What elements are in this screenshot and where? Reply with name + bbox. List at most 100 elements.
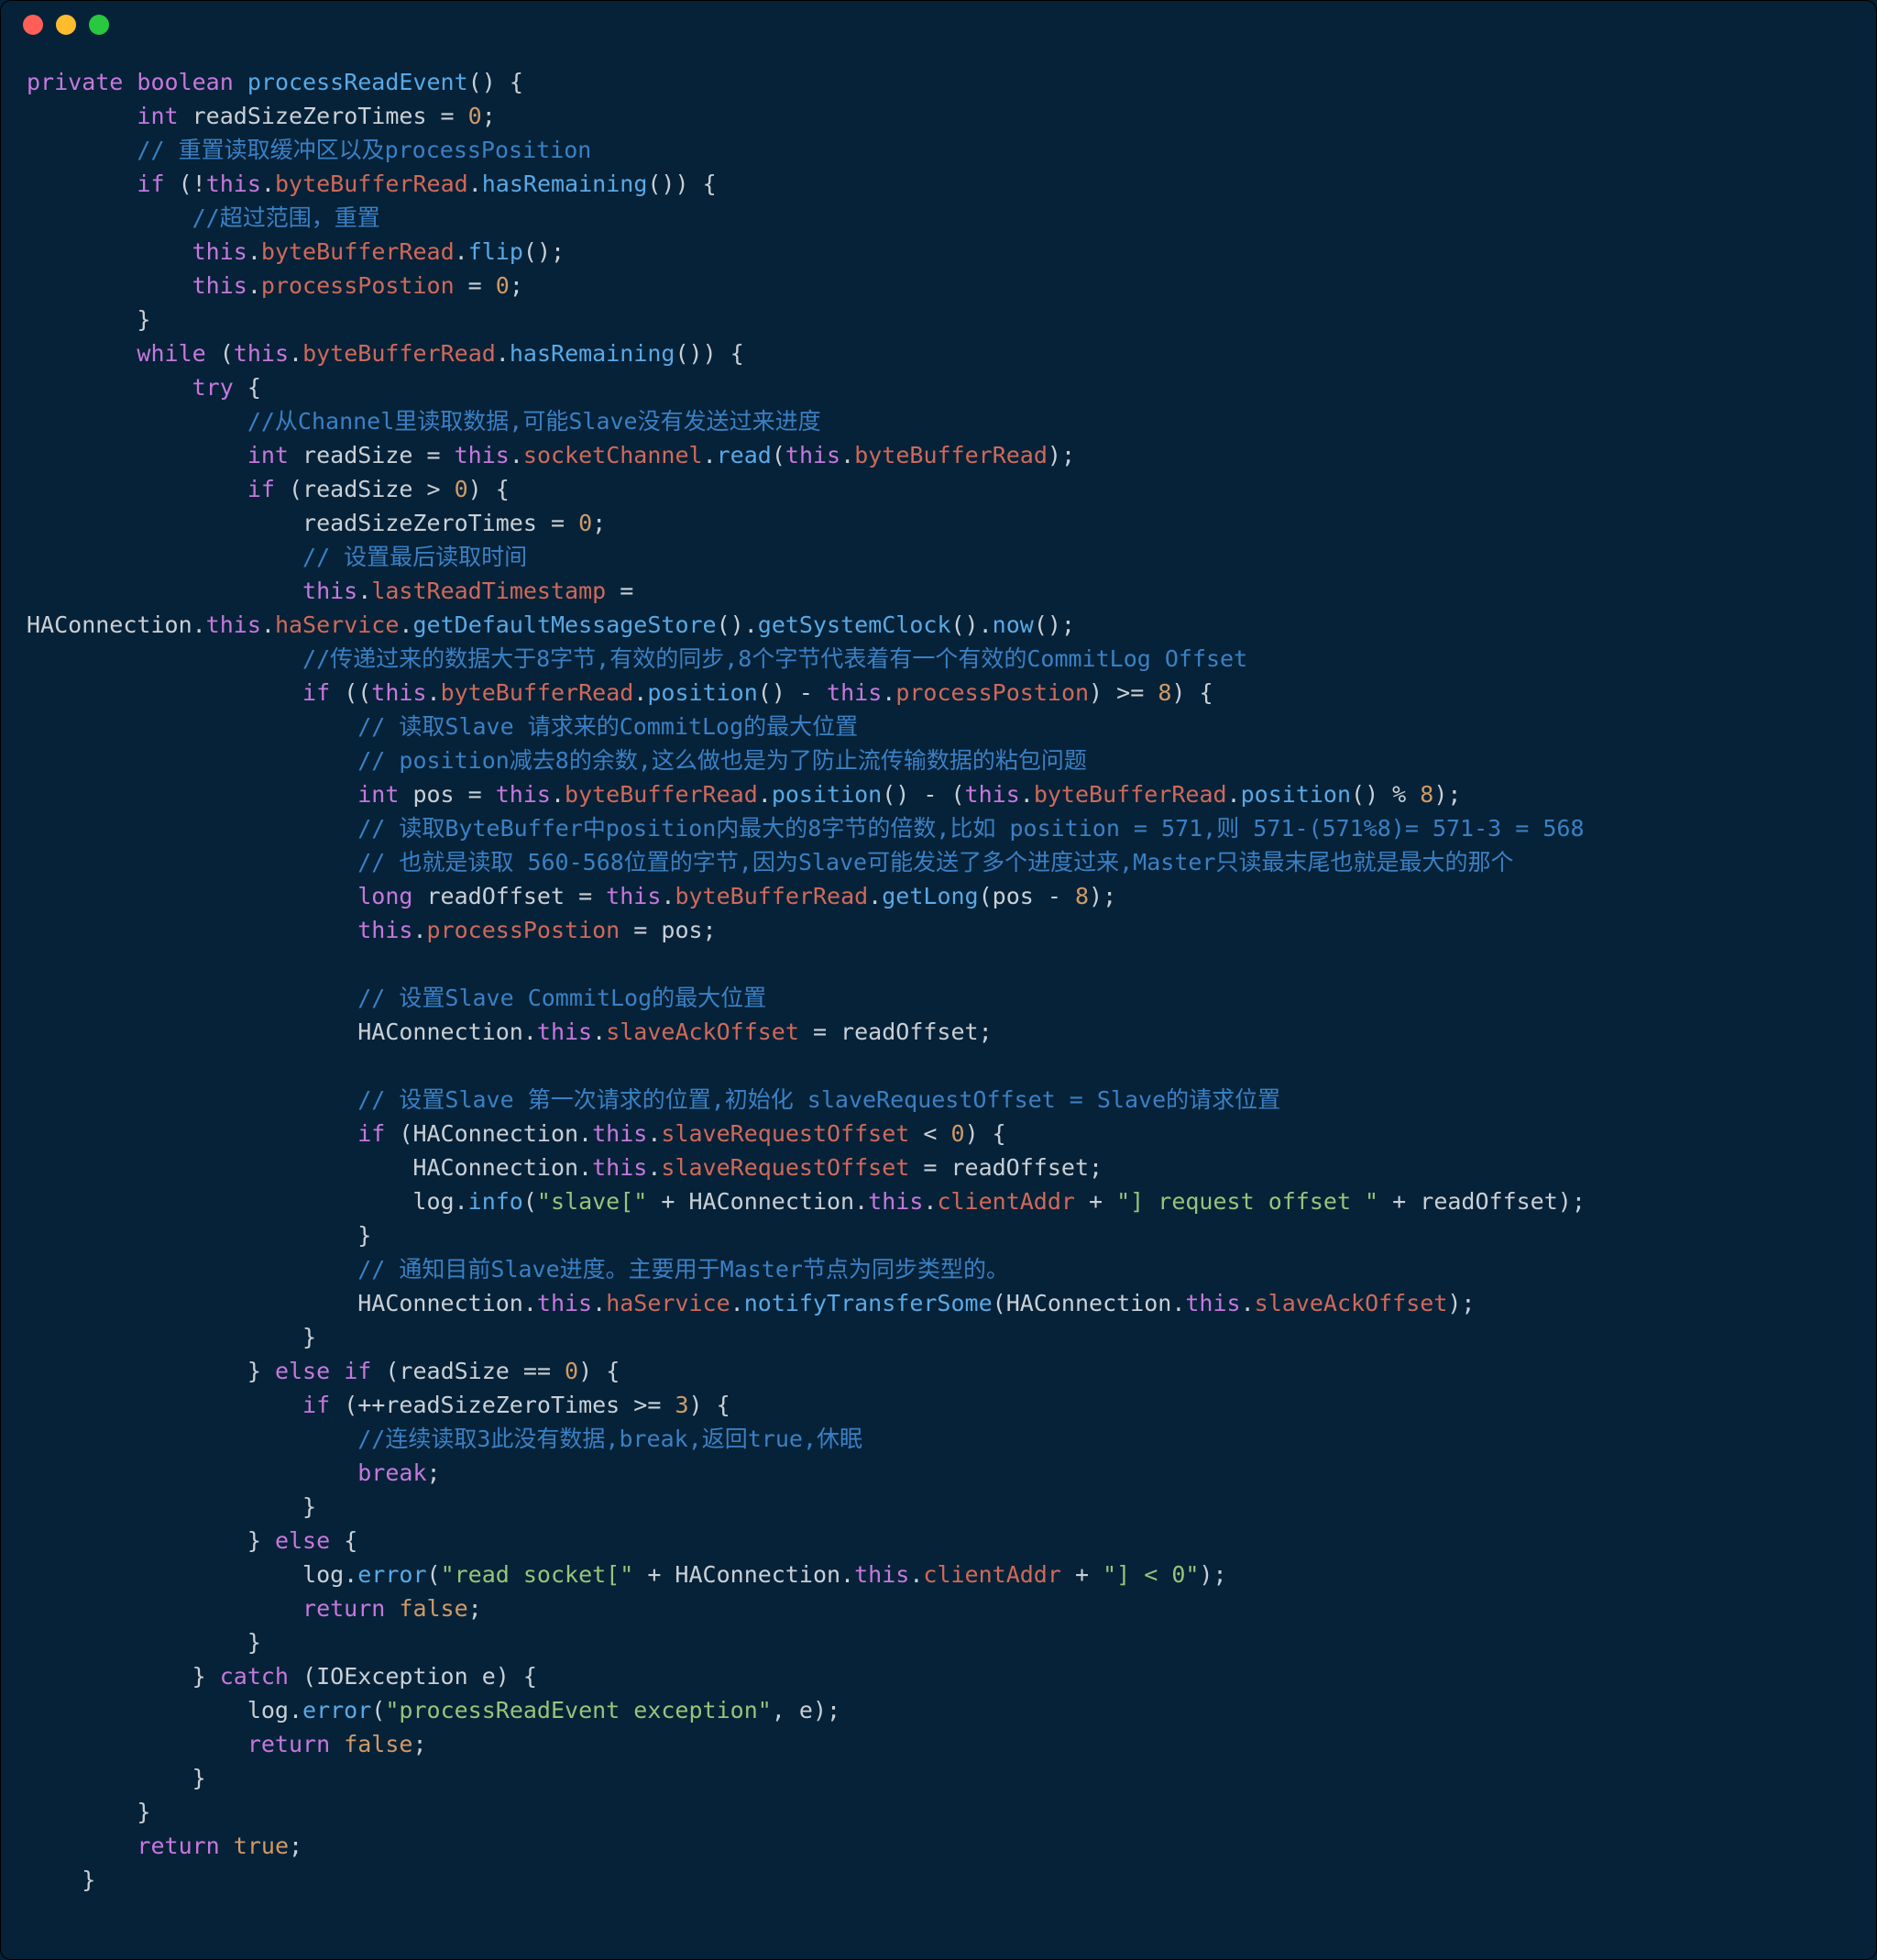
code-token	[27, 815, 357, 842]
code-token: hasRemaining	[510, 340, 675, 367]
code-token: 0	[496, 272, 510, 299]
code-token: ;	[482, 103, 496, 129]
code-token	[27, 204, 192, 231]
code-token: if	[302, 1392, 330, 1418]
code-token	[27, 713, 357, 740]
code-token: .	[923, 1188, 937, 1215]
code-token: +	[1075, 1188, 1116, 1215]
code-token: long	[357, 883, 412, 909]
code-token: .	[647, 1120, 661, 1147]
minimize-icon[interactable]	[56, 15, 76, 35]
code-token: processPostion	[895, 679, 1089, 706]
code-token: =	[606, 578, 633, 604]
code-token: (	[772, 442, 785, 468]
code-token: .	[1020, 781, 1034, 808]
code-token: }	[27, 1527, 275, 1554]
code-token: if	[357, 1120, 385, 1147]
code-token: this	[206, 171, 261, 197]
code-token: return	[137, 1833, 219, 1859]
code-token	[123, 69, 137, 95]
code-token: .	[551, 781, 565, 808]
code-token: flip	[468, 238, 523, 265]
code-token: this	[302, 578, 357, 604]
code-token: // 设置Slave CommitLog的最大位置	[357, 985, 766, 1011]
code-token: int	[357, 781, 399, 808]
code-token: this	[592, 1154, 647, 1181]
code-token	[27, 1595, 302, 1622]
code-token: this	[537, 1290, 592, 1316]
code-token: ) >=	[1089, 679, 1158, 706]
code-token: (pos -	[979, 883, 1075, 909]
code-token: // 设置Slave 第一次请求的位置,初始化 slaveRequestOffs…	[357, 1086, 1280, 1113]
code-token: }	[27, 1799, 150, 1825]
code-token: ) {	[578, 1358, 620, 1384]
code-token: processPostion	[261, 272, 455, 299]
code-token: // 读取ByteBuffer中position内最大的8字节的倍数,比如 po…	[357, 815, 1584, 842]
code-token	[27, 238, 192, 265]
code-token: slaveAckOffset	[606, 1019, 799, 1045]
code-token: return	[302, 1595, 385, 1622]
code-token: }	[27, 1663, 220, 1690]
code-token: byteBufferRead	[261, 238, 455, 265]
code-token: else	[275, 1527, 330, 1554]
code-token: HAConnection.	[27, 611, 206, 638]
code-token: () -	[758, 679, 827, 706]
code-token: if	[247, 476, 275, 502]
code-token: this	[854, 1561, 909, 1588]
code-token	[27, 408, 247, 435]
code-token: ) {	[468, 476, 510, 502]
code-token: log.	[27, 1188, 468, 1215]
code-token: }	[27, 1765, 206, 1791]
code-token	[27, 849, 357, 875]
code-token: ().	[717, 611, 758, 638]
code-token	[27, 917, 357, 943]
code-token: //连续读取3此没有数据,break,返回true,休眠	[357, 1426, 862, 1452]
code-token: break	[357, 1459, 426, 1486]
code-token: ;	[510, 272, 523, 299]
code-token: log.	[27, 1697, 302, 1723]
code-token: haService	[606, 1290, 730, 1316]
code-token: getDefaultMessageStore	[412, 611, 716, 638]
code-token: );	[1433, 781, 1461, 808]
close-icon[interactable]	[23, 15, 43, 35]
code-token: (readSize >	[275, 476, 455, 502]
code-token: byteBufferRead	[302, 340, 496, 367]
code-token: ().	[951, 611, 993, 638]
code-token: HAConnection.	[27, 1154, 592, 1181]
code-token: info	[468, 1188, 523, 1215]
code-token	[27, 137, 137, 163]
code-token: (	[371, 1697, 385, 1723]
code-token: this	[192, 238, 247, 265]
code-token	[234, 69, 247, 95]
code-token	[27, 476, 247, 502]
code-token: //传递过来的数据大于8字节,有效的同步,8个字节代表着有一个有效的Commit…	[302, 645, 1247, 672]
code-token: 0	[578, 510, 592, 536]
code-token: byteBufferRead	[854, 442, 1048, 468]
code-token	[27, 1426, 357, 1452]
code-token: clientAddr	[923, 1561, 1061, 1588]
code-token: (++readSizeZeroTimes >=	[330, 1392, 675, 1418]
code-token: // 通知目前Slave进度。主要用于Master节点为同步类型的。	[357, 1256, 1009, 1283]
code-token: <	[909, 1120, 950, 1147]
code-token	[27, 679, 302, 706]
code-token: position	[772, 781, 882, 808]
code-token	[385, 1595, 399, 1622]
code-token: socketChannel	[523, 442, 703, 468]
zoom-icon[interactable]	[89, 15, 109, 35]
code-token: byteBufferRead	[565, 781, 758, 808]
code-token: if	[302, 679, 330, 706]
code-token: .	[661, 883, 675, 909]
code-token: position	[647, 679, 757, 706]
code-token: readSizeZeroTimes =	[27, 510, 578, 536]
code-token: slaveRequestOffset	[661, 1154, 909, 1181]
code-token: // 重置读取缓冲区以及processPosition	[137, 137, 591, 163]
code-token: processPostion	[427, 917, 620, 943]
code-content[interactable]: private boolean processReadEvent() { int…	[1, 49, 1876, 1922]
code-token: .	[412, 917, 426, 943]
code-token: .	[468, 171, 482, 197]
code-token: () {	[468, 69, 523, 95]
code-token: return	[247, 1731, 330, 1757]
code-token	[27, 883, 357, 909]
code-token: else	[275, 1358, 330, 1384]
code-token: this	[206, 611, 261, 638]
